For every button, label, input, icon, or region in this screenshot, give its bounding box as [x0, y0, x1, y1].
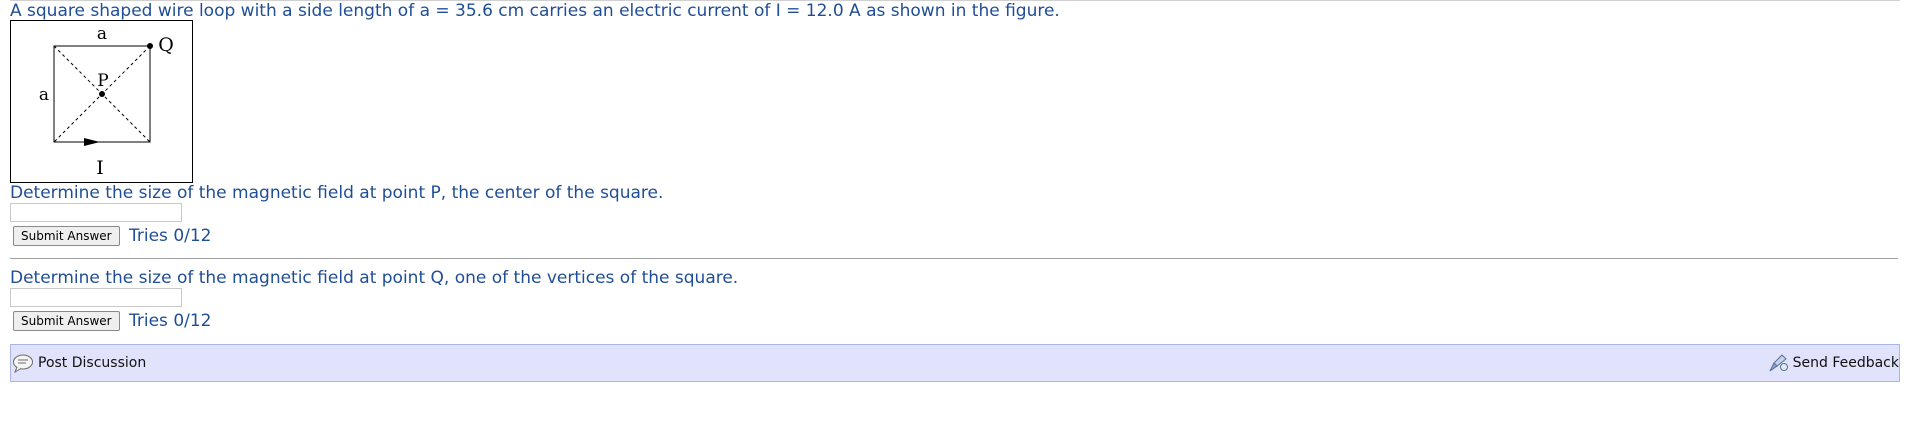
submit-answer-button-part-1[interactable]: Submit Answer [13, 226, 120, 246]
post-discussion-label: Post Discussion [38, 355, 147, 371]
point-p-dot [99, 91, 105, 97]
label-q: Q [158, 34, 174, 56]
label-i: I [96, 157, 104, 179]
label-a-top: a [97, 24, 107, 44]
question-part-2: Determine the size of the magnetic field… [10, 268, 739, 288]
discussion-icon [12, 353, 34, 373]
send-feedback-link[interactable]: Send Feedback [1767, 353, 1899, 373]
tries-counter-part-2: Tries 0/12 [129, 311, 212, 331]
problem-statement: A square shaped wire loop with a side le… [10, 1, 1060, 21]
current-arrow-icon [84, 138, 100, 146]
part-divider [10, 258, 1898, 259]
answer-input-part-1[interactable] [10, 203, 182, 222]
discussion-feedback-bar: Post Discussion Send Feedback [10, 344, 1900, 382]
send-feedback-label: Send Feedback [1792, 355, 1899, 371]
post-discussion-link[interactable]: Post Discussion [12, 353, 146, 373]
label-p: P [97, 71, 108, 91]
tries-counter-part-1: Tries 0/12 [129, 226, 212, 246]
wire-loop-diagram: a a P Q I [39, 24, 174, 179]
question-part-1: Determine the size of the magnetic field… [10, 183, 664, 203]
answer-input-part-2[interactable] [10, 288, 182, 307]
feedback-icon [1767, 353, 1789, 373]
submit-answer-button-part-2[interactable]: Submit Answer [13, 311, 120, 331]
point-q-dot [147, 43, 153, 49]
label-a-left: a [39, 85, 49, 105]
wire-loop-figure: a a P Q I [10, 20, 193, 183]
